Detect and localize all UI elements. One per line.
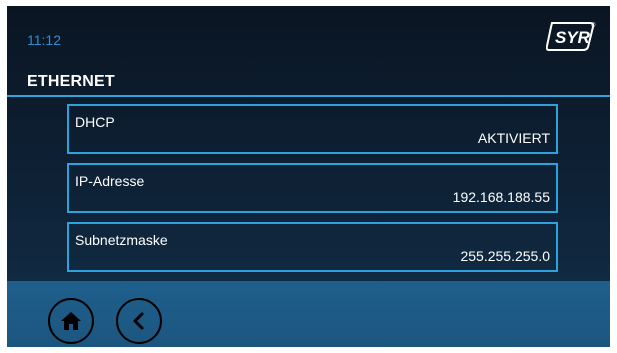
clock: 11:12 (27, 32, 61, 48)
setting-label: DHCP (75, 114, 115, 130)
setting-ip-address[interactable]: IP-Adresse 192.168.188.55 (67, 163, 558, 213)
setting-subnet-mask[interactable]: Subnetzmaske 255.255.255.0 (67, 222, 558, 272)
setting-label: Subnetzmaske (75, 232, 168, 248)
svg-text:®: ® (591, 22, 596, 29)
home-button[interactable] (48, 298, 94, 344)
setting-value: 192.168.188.55 (452, 189, 550, 205)
setting-value: 255.255.255.0 (460, 248, 550, 264)
title-divider (7, 95, 610, 97)
chevron-left-icon (133, 312, 144, 330)
setting-label: IP-Adresse (75, 173, 145, 189)
setting-value: AKTIVIERT (477, 130, 550, 146)
syr-logo: SYR ® (545, 19, 596, 53)
svg-text:SYR: SYR (555, 28, 591, 47)
back-button[interactable] (116, 298, 162, 344)
page-title: ETHERNET (27, 73, 115, 90)
setting-dhcp[interactable]: DHCP AKTIVIERT (67, 104, 558, 154)
home-icon (61, 312, 81, 330)
footer-bar (7, 281, 610, 347)
device-screen: 11:12 SYR ® ETHERNET DHCP AKTIVIERT IP-A… (7, 6, 610, 347)
